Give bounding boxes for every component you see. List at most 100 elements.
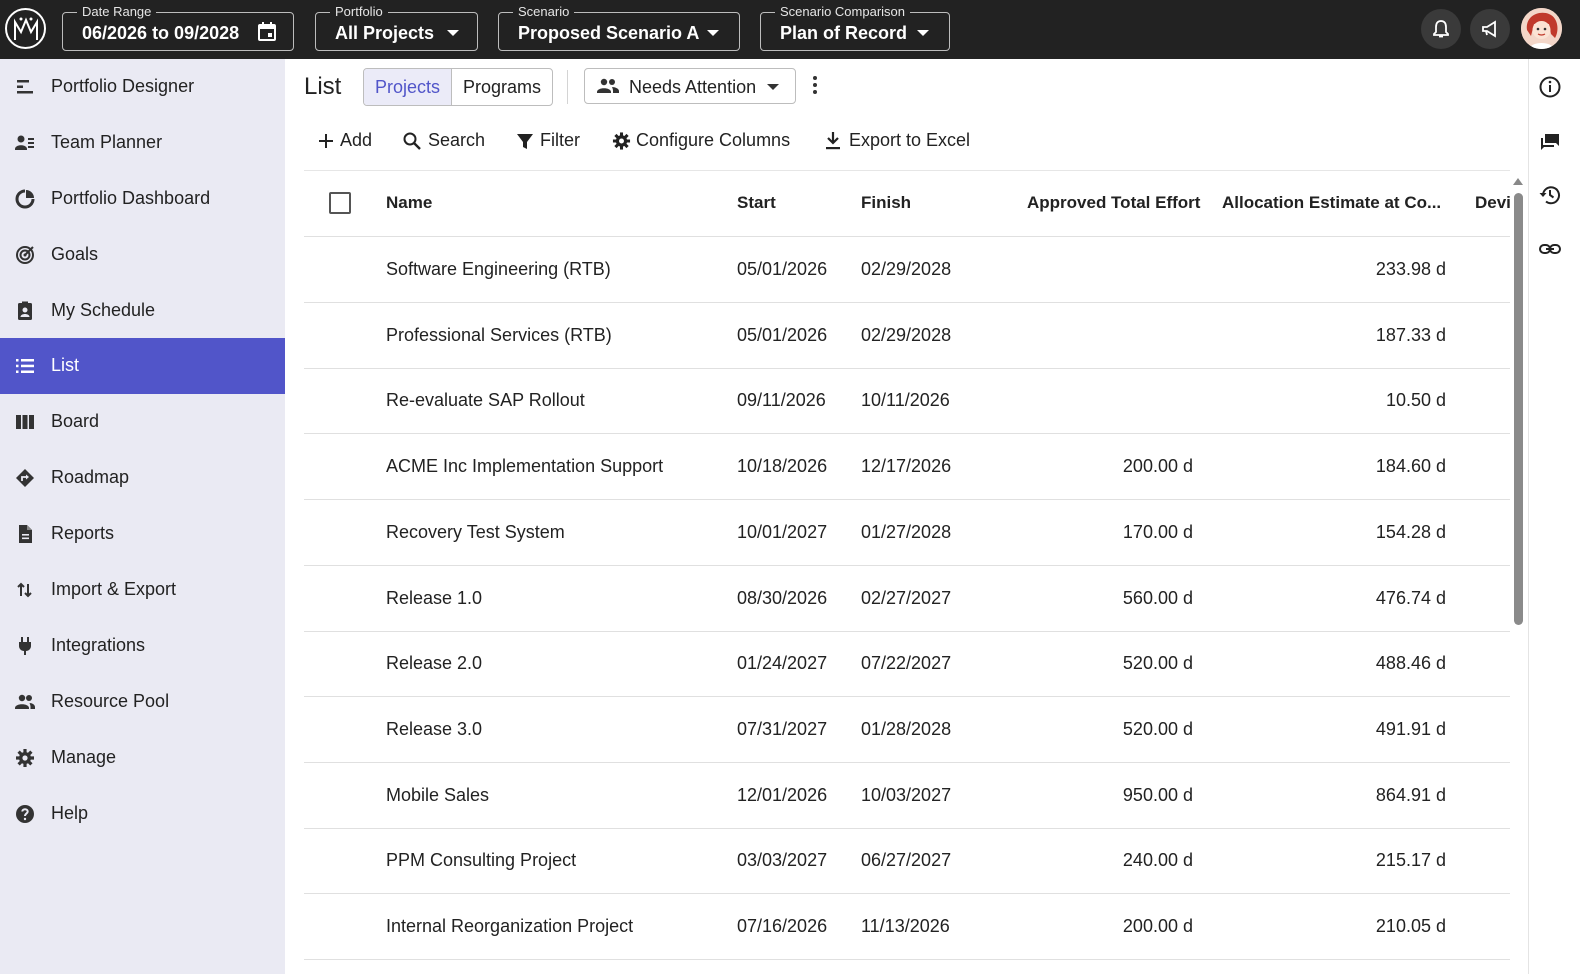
table-scrollbar[interactable] [1513, 178, 1524, 974]
table-row[interactable]: Professional Services (RTB) 05/01/2026 02/… [304, 303, 1510, 369]
start-date-cell: 05/01/2026 [737, 324, 828, 345]
project-name-cell[interactable]: Release 2.0 [386, 653, 482, 674]
sidebar-item-resource-pool[interactable]: Resource Pool [0, 674, 285, 730]
people-icon [15, 694, 35, 709]
sidebar-item-label: Portfolio Designer [51, 76, 195, 96]
finish-date-cell: 11/13/2026 [861, 916, 950, 936]
search-button[interactable]: Search [403, 128, 487, 154]
scenario-comparison-select[interactable]: Scenario Comparison Plan of Record [760, 5, 950, 51]
roadmap-icon [16, 469, 34, 487]
table-row[interactable]: Re-evaluate SAP Rollout 09/11/2026 10/11/2… [304, 368, 1510, 435]
start-date-cell: 12/01/2026 [737, 784, 828, 805]
table-row[interactable]: Internal Reorganization Project 07/16/202… [304, 894, 1510, 960]
dashboard-icon [15, 189, 35, 209]
project-name-cell[interactable]: Software Engineering (RTB) [386, 259, 611, 280]
start-date-cell: 10/18/2026 [737, 456, 828, 477]
column-header-allocation-estimate[interactable]: Allocation Estimate at Co... [1222, 193, 1441, 213]
portfolio-label: Portfolio [330, 5, 388, 19]
table-row[interactable]: Release 3.0 07/31/2027 01/28/2028 520.00 d 4… [304, 697, 1510, 763]
more-options-icon[interactable] [806, 74, 824, 98]
announcements-button[interactable] [1470, 9, 1510, 49]
info-icon[interactable] [1538, 75, 1562, 99]
scrollbar-thumb[interactable] [1514, 193, 1523, 625]
scenario-select[interactable]: Scenario Proposed Scenario A [498, 5, 740, 51]
project-name-cell[interactable]: Professional Services (RTB) [386, 325, 612, 346]
sidebar-item-help[interactable]: Help [0, 786, 285, 842]
finish-date-cell: 01/27/2028 [861, 521, 952, 542]
allocation-estimate-cell: 184.60 d [1375, 456, 1446, 477]
table-row[interactable]: ACME Inc Implementation Support 10/18/202… [304, 434, 1510, 501]
scenario-comparison-value: Plan of Record [780, 23, 908, 43]
allocation-estimate-cell: 215.17 d [1375, 850, 1446, 871]
sidebar-item-portfolio-designer[interactable]: Portfolio Designer [0, 59, 285, 115]
portfolio-designer-icon [17, 80, 33, 94]
link-icon[interactable] [1538, 237, 1562, 261]
column-header-finish[interactable]: Finish [861, 193, 911, 213]
portfolio-select[interactable]: Portfolio All Projects [315, 5, 478, 51]
sidebar-item-my-schedule[interactable]: My Schedule [0, 283, 285, 339]
sidebar-item-team-planner[interactable]: Team Planner [0, 115, 285, 171]
add-label: Add [340, 130, 373, 150]
sidebar-item-manage[interactable]: Manage [0, 730, 285, 786]
sidebar-item-label: List [51, 355, 80, 375]
sidebar-item-import-export[interactable]: Import & Export [0, 562, 285, 618]
view-toggle: Projects Programs [363, 68, 554, 106]
sidebar-item-reports[interactable]: Reports [0, 506, 285, 562]
project-name-cell[interactable]: ACME Inc Implementation Support [386, 456, 663, 477]
column-header-name[interactable]: Name [386, 193, 432, 213]
table-row[interactable]: Release 2.0 01/24/2027 07/22/2027 520.00 d 4… [304, 631, 1510, 698]
column-header-approved-total-effort[interactable]: Approved Total Effort [1027, 193, 1200, 213]
sidebar-item-integrations[interactable]: Integrations [0, 618, 285, 674]
sidebar-item-board[interactable]: Board [0, 394, 285, 450]
finish-date-cell: 02/27/2027 [861, 587, 952, 608]
projects-table: Name Start Finish Approved Total Effort … [304, 170, 1510, 974]
add-button[interactable]: Add [318, 128, 374, 154]
history-icon[interactable] [1538, 183, 1562, 207]
sidebar-item-roadmap[interactable]: Roadmap [0, 450, 285, 506]
finish-date-cell: 02/29/2028 [861, 324, 952, 345]
sidebar-item-label: Portfolio Dashboard [51, 188, 211, 208]
tab-programs[interactable]: Programs [452, 69, 552, 105]
project-name-cell[interactable]: Release 3.0 [386, 719, 482, 740]
table-row[interactable]: PPM Consulting Project 03/03/2027 06/27/20… [304, 828, 1510, 895]
sidebar-item-label: Integrations [51, 635, 146, 655]
user-avatar[interactable] [1521, 8, 1562, 49]
configure-columns-button[interactable]: Configure Columns [612, 128, 794, 154]
notifications-button[interactable] [1421, 9, 1461, 49]
start-date-cell: 09/11/2026 [737, 390, 826, 411]
calendar-icon[interactable] [257, 22, 277, 47]
project-name-cell[interactable]: Internal Reorganization Project [386, 916, 633, 937]
date-range-field[interactable]: Date Range 06/2026 to 09/2028 [62, 5, 294, 51]
column-header-start[interactable]: Start [737, 193, 776, 213]
project-name-cell[interactable]: Re-evaluate SAP Rollout [386, 390, 585, 411]
date-range-label: Date Range [77, 5, 157, 19]
saved-view-select[interactable]: Needs Attention [584, 68, 796, 104]
table-row[interactable]: Release 1.0 08/30/2026 02/27/2027 560.00 d 4… [304, 566, 1510, 632]
start-date-cell: 05/01/2026 [737, 259, 828, 279]
project-name-cell[interactable]: Release 1.0 [386, 588, 482, 609]
allocation-estimate-cell: 476.74 d [1375, 587, 1446, 608]
sidebar-item-list[interactable]: List [0, 338, 285, 394]
comments-icon[interactable] [1538, 129, 1562, 153]
divider [567, 70, 568, 104]
table-row[interactable]: Recovery Test System 10/01/2027 01/27/2028… [304, 500, 1510, 566]
allocation-estimate-cell: 210.05 d [1375, 916, 1446, 936]
table-row[interactable]: Software Engineering (RTB) 05/01/2026 02/2… [304, 237, 1510, 303]
project-name-cell[interactable]: Recovery Test System [386, 522, 565, 543]
import-export-icon [17, 582, 32, 598]
project-name-cell[interactable]: Mobile Sales [386, 785, 489, 806]
table-row[interactable]: Mobile Sales 12/01/2026 10/03/2027 950.00 d… [304, 763, 1510, 829]
sidebar-item-portfolio-dashboard[interactable]: Portfolio Dashboard [0, 171, 285, 227]
mavenlink-logo-icon[interactable] [5, 8, 46, 49]
select-all-checkbox[interactable] [329, 192, 351, 214]
export-to-excel-button[interactable]: Export to Excel [825, 128, 973, 154]
column-header-deviation[interactable]: Devi [1475, 193, 1510, 213]
start-date-cell: 07/31/2027 [737, 718, 828, 739]
sidebar-item-goals[interactable]: Goals [0, 227, 285, 283]
tab-projects[interactable]: Projects [364, 69, 453, 105]
sidebar-item-label: Team Planner [51, 132, 163, 152]
allocation-estimate-cell: 491.91 d [1375, 718, 1446, 739]
scroll-up-arrow-icon[interactable] [1513, 178, 1523, 185]
project-name-cell[interactable]: PPM Consulting Project [386, 850, 576, 871]
filter-button[interactable]: Filter [516, 128, 582, 154]
